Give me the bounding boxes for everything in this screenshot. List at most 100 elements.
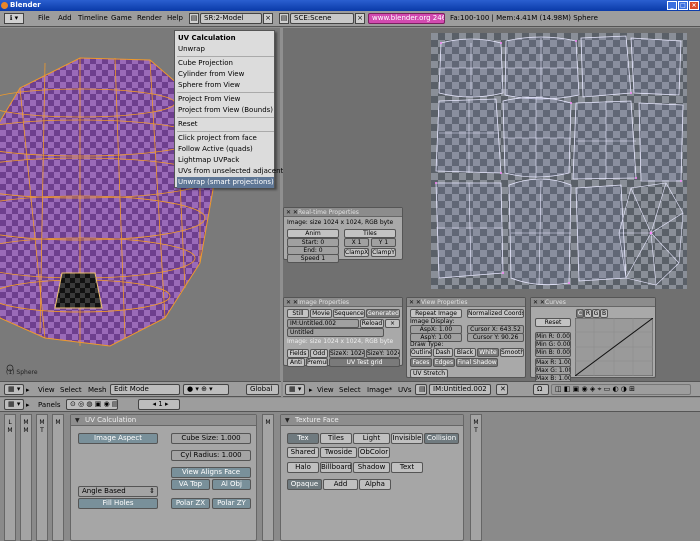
menu-game[interactable]: Game [111, 14, 132, 22]
scene-browse-icon[interactable]: ▤ [279, 13, 289, 24]
anti-button[interactable]: Anti [287, 358, 305, 367]
uv-test-grid-button[interactable]: UV Test grid [329, 358, 400, 367]
panel-close-icon[interactable]: ✕ ✕ [533, 298, 545, 307]
text-button[interactable]: Text [391, 462, 423, 473]
screen-field[interactable]: SR:2-Model [200, 13, 262, 24]
tile-y-field[interactable]: Y 1 [371, 238, 396, 247]
edges-button[interactable]: Edges [433, 358, 455, 367]
panel-collapse-icon[interactable]: ▼ [285, 415, 290, 426]
odd-button[interactable]: Odd [310, 349, 328, 358]
buttons-window-type-icon[interactable]: ▦ ▾ [4, 399, 24, 410]
context-icons[interactable]: ⊙ ◎ ◍ ▣ ◉ ▤ [66, 399, 118, 410]
uv-menu-follow-active[interactable]: Follow Active (quads) [177, 144, 274, 155]
3d-window-type-icon[interactable]: ▦ ▾ [4, 384, 24, 395]
uv-menu-cylinder-from-view[interactable]: Cylinder from View [177, 69, 274, 80]
panel-collapse-icon[interactable]: ▼ [75, 415, 80, 426]
3d-menu-select[interactable]: Select [60, 386, 82, 394]
opaque-button[interactable]: Opaque [287, 479, 322, 490]
clamp-y-button[interactable]: ClampY [371, 248, 396, 257]
polar-zy-button[interactable]: Polar ZY [212, 498, 251, 509]
frame-field[interactable]: ◂ 1 ▸ [138, 399, 180, 410]
panel-header[interactable]: ✕ ✕ Curves [531, 298, 655, 307]
twoside-button[interactable]: Twoside [320, 447, 357, 458]
3d-menu-view[interactable]: View [38, 386, 55, 394]
faces-button[interactable]: Faces [410, 358, 432, 367]
orientation-selector[interactable]: Global [246, 384, 279, 395]
panels-menu[interactable]: Panels [38, 401, 61, 409]
collision-button[interactable]: Collision [424, 433, 459, 444]
uv-stretch-button[interactable]: UV Stretch [410, 369, 448, 378]
image-pin-icon[interactable]: ✕ [496, 384, 508, 395]
curves-reset-button[interactable]: Reset [535, 318, 571, 327]
panel-close-icon[interactable]: ✕ ✕ [286, 298, 298, 307]
panel-close-icon[interactable]: ✕ ✕ [286, 208, 298, 217]
al-obj-button[interactable]: Al Obj [212, 479, 251, 490]
tab-strip-m3[interactable]: M [262, 414, 274, 541]
window-type-icon[interactable]: ℹ ▾ [4, 13, 24, 24]
channel-r-button[interactable]: R [584, 309, 592, 318]
cyl-radius-field[interactable]: Cyl Radius: 1.000 [171, 450, 251, 461]
close-icon[interactable]: × [689, 1, 699, 10]
size-y-field[interactable]: SizeY: 1024 [366, 349, 400, 358]
untitled-field[interactable]: Untitled [287, 328, 384, 337]
reload-button[interactable]: Reload [360, 319, 384, 328]
image-browse-icon[interactable]: ▤ [415, 384, 427, 395]
alpha-button[interactable]: Alpha [359, 479, 391, 490]
menu-add[interactable]: Add [58, 14, 72, 22]
repeat-image-button[interactable]: Repeat Image [410, 309, 462, 318]
draw-black-button[interactable]: Black [454, 348, 476, 357]
tab-sequence[interactable]: Sequence [333, 309, 365, 318]
panel-close-icon[interactable]: ✕ ✕ [409, 298, 421, 307]
panel-header[interactable]: ▼ Texture Face [281, 415, 463, 426]
uv-menu-image[interactable]: Image* [367, 386, 392, 394]
uv-menu-unwrap[interactable]: Unwrap [177, 44, 274, 55]
uv-image-name[interactable]: IM:Untitled.002 [429, 384, 491, 395]
uv-menu-uvs-from-unselected[interactable]: UVs from unselected adjacent [177, 166, 283, 177]
draw-white-button[interactable]: White [477, 348, 499, 357]
collapse-icon[interactable]: ▸ [26, 401, 30, 409]
cube-size-field[interactable]: Cube Size: 1.000 [171, 433, 251, 444]
draw-mode-selector[interactable]: ● ▾ ⊕ ▾ [183, 384, 229, 395]
draw-smooth-button[interactable]: Smooth [500, 348, 524, 357]
uv-menu-unwrap-smart[interactable]: Unwrap (smart projections) [177, 177, 274, 188]
uv-menu-project-from-view-bounds[interactable]: Project from View (Bounds) [177, 105, 274, 116]
uv-menu-lightmap-uvpack[interactable]: Lightmap UVPack [177, 155, 274, 166]
panel-header[interactable]: ▼ UV Calculation [71, 415, 256, 426]
shadow-button[interactable]: Shadow [353, 462, 390, 473]
cursor-y-field[interactable]: Cursor Y: 90.26 [467, 333, 524, 342]
invisible-button[interactable]: Invisible [391, 433, 423, 444]
tab-movie[interactable]: Movie [310, 309, 332, 318]
channel-c-button[interactable]: C [576, 309, 584, 318]
tab-strip-m2[interactable]: M [52, 414, 64, 541]
uv-menu-reset[interactable]: Reset [177, 119, 274, 130]
collapse-icon[interactable]: ▸ [26, 386, 30, 394]
tab-strip-left[interactable]: LM [4, 414, 16, 541]
light-button[interactable]: Light [353, 433, 390, 444]
tab-strip-m[interactable]: MM [20, 414, 32, 541]
image-unlink-icon[interactable]: × [385, 319, 400, 328]
add-button[interactable]: Add [323, 479, 358, 490]
polar-zx-button[interactable]: Polar ZX [171, 498, 210, 509]
tex-button[interactable]: Tex [287, 433, 319, 444]
uv-menu-view[interactable]: View [317, 386, 334, 394]
collapse-icon[interactable]: ▸ [309, 386, 313, 394]
uv-menu-sphere-from-view[interactable]: Sphere from View [177, 80, 274, 91]
billboard-button[interactable]: Billboard [320, 462, 352, 473]
tab-still[interactable]: Still [287, 309, 309, 318]
mode-selector[interactable]: Edit Mode [110, 384, 180, 395]
minimize-icon[interactable]: _ [667, 1, 677, 10]
anim-button[interactable]: Anim [287, 229, 339, 238]
unwrap-method-selector[interactable]: Angle Based ⇕ [78, 486, 158, 497]
premul-button[interactable]: Premul [306, 358, 328, 367]
clamp-x-button[interactable]: ClampX [344, 248, 369, 257]
panel-header[interactable]: ✕ ✕ Image Properties [284, 298, 402, 307]
uv-sync-icon[interactable]: Ω [533, 384, 549, 395]
panel-header[interactable]: ✕ ✕ View Properties [407, 298, 525, 307]
panel-header[interactable]: ✕ ✕ Real-time Properties [284, 208, 402, 217]
menu-file[interactable]: File [38, 14, 50, 22]
maximize-icon[interactable]: □ [678, 1, 688, 10]
uv-test-grid-image[interactable] [431, 33, 687, 289]
fields-button[interactable]: Fields [287, 349, 309, 358]
image-name-field[interactable]: IM:Untitled.002 [287, 319, 359, 328]
channel-b-button[interactable]: B [600, 309, 608, 318]
